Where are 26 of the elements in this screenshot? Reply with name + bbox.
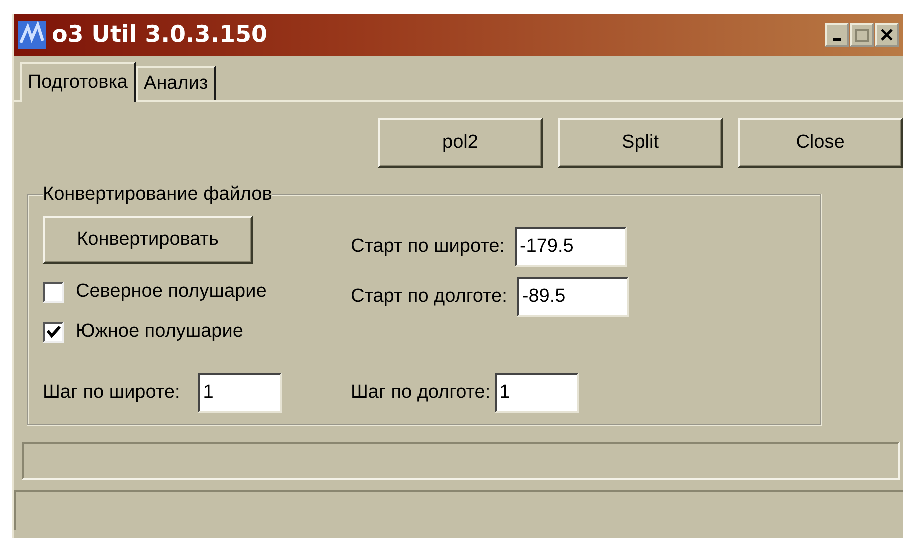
- app-icon: [18, 21, 46, 49]
- group-title: Конвертирование файлов: [43, 184, 272, 206]
- action-button[interactable]: Close: [738, 118, 903, 168]
- close-button[interactable]: [875, 23, 899, 47]
- checkbox-label: Южное полушарие: [76, 321, 244, 343]
- input-field[interactable]: -179.5: [514, 227, 627, 267]
- maximize-icon: [855, 28, 869, 42]
- minimize-button[interactable]: [825, 23, 849, 47]
- field-label: Старт по широте:: [351, 236, 505, 258]
- field-label: Шаг по долготе:: [351, 382, 491, 404]
- close-icon: [880, 28, 894, 42]
- window-title: o3 Util 3.0.3.150: [52, 22, 268, 48]
- field-label: Старт по долготе:: [351, 286, 508, 308]
- action-button[interactable]: Split: [558, 118, 723, 168]
- action-button[interactable]: pol2: [378, 118, 543, 168]
- checkbox-label: Северное полушарие: [76, 281, 267, 303]
- tab[interactable]: Подготовка: [20, 62, 136, 102]
- field-label: Шаг по широте:: [43, 382, 180, 404]
- checkbox[interactable]: [43, 282, 64, 302]
- input-field[interactable]: 1: [198, 373, 282, 413]
- tab[interactable]: Анализ: [136, 66, 216, 100]
- minimize-icon: [833, 38, 841, 40]
- convert-button[interactable]: Конвертировать: [43, 216, 253, 264]
- checkbox[interactable]: [43, 322, 64, 342]
- input-field[interactable]: 1: [494, 373, 579, 413]
- input-field[interactable]: -89.5: [517, 277, 630, 317]
